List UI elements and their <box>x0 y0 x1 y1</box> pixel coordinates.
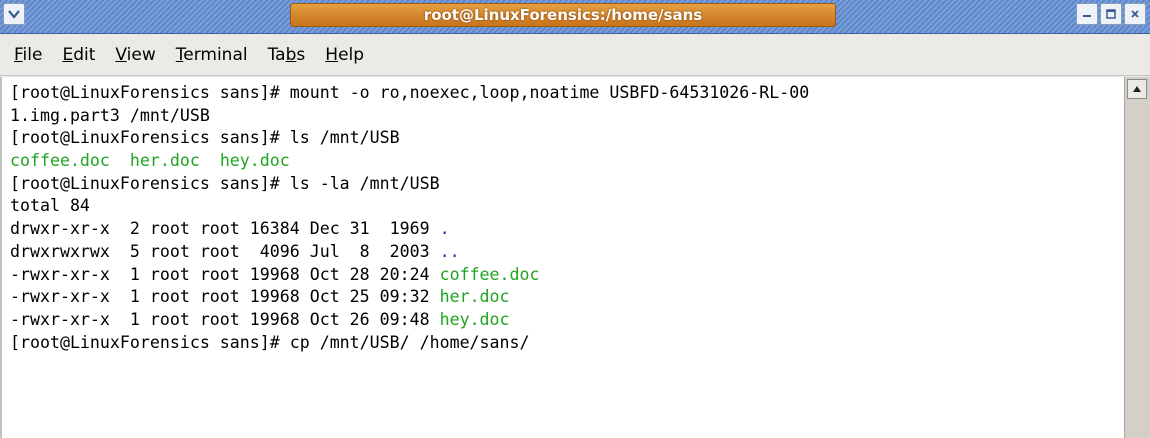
close-button[interactable] <box>1124 3 1146 25</box>
terminal-output[interactable]: [root@LinuxForensics sans]# mount -o ro,… <box>0 77 1124 438</box>
line-text: [root@LinuxForensics sans]# ls /mnt/USB <box>10 128 400 148</box>
line-text: [root@LinuxForensics sans]# cp /mnt/USB/… <box>10 332 530 352</box>
line-text: [root@LinuxForensics sans]# mount -o ro,… <box>10 83 810 102</box>
vertical-scrollbar[interactable] <box>1124 77 1150 438</box>
chevron-down-icon <box>8 10 20 19</box>
scroll-up-button[interactable] <box>1127 79 1147 99</box>
line-text: -rwxr-xr-x 1 root root 19968 Oct 25 09:3… <box>10 287 440 307</box>
terminal-line: drwxr-xr-x 2 root root 16384 Dec 31 1969… <box>10 218 809 241</box>
terminal-line: 1.img.part3 /mnt/USB <box>10 105 809 128</box>
minimize-icon <box>1083 15 1091 17</box>
terminal-line: coffee.doc her.doc hey.doc <box>10 150 809 173</box>
menu-tabs[interactable]: Tabs <box>268 45 306 65</box>
file-name: coffee.doc <box>10 151 110 171</box>
line-text: drwxr-xr-x 2 root root 16384 Dec 31 1969 <box>10 219 440 239</box>
terminal-lines: [root@LinuxForensics sans]# mount -o ro,… <box>10 82 809 354</box>
title-pill: root@LinuxForensics:/home/sans <box>290 3 836 27</box>
menu-help[interactable]: Help <box>325 45 364 65</box>
file-name: her.doc <box>439 287 510 307</box>
file-name: her.doc <box>129 151 200 171</box>
terminal-line: -rwxr-xr-x 1 root root 19968 Oct 28 20:2… <box>10 264 809 287</box>
line-text: -rwxr-xr-x 1 root root 19968 Oct 26 09:4… <box>10 309 440 329</box>
maximize-icon <box>1106 9 1116 19</box>
close-icon <box>1131 10 1139 18</box>
menu-bar: File Edit View Terminal Tabs Help <box>0 34 1150 76</box>
terminal-line: [root@LinuxForensics sans]# cp /mnt/USB/… <box>10 332 809 355</box>
terminal-window: root@LinuxForensics:/home/sans File Edit V… <box>0 0 1150 438</box>
terminal-line: [root@LinuxForensics sans]# ls -la /mnt/… <box>10 173 809 196</box>
dir-name: . <box>439 219 450 239</box>
file-name: coffee.doc <box>439 264 540 284</box>
line-text: [root@LinuxForensics sans]# ls -la /mnt/… <box>10 173 440 193</box>
line-text: -rwxr-xr-x 1 root root 19968 Oct 28 20:2… <box>10 264 440 284</box>
terminal-line: -rwxr-xr-x 1 root root 19968 Oct 25 09:3… <box>10 286 809 309</box>
menu-file[interactable]: File <box>14 45 42 65</box>
line-text: drwxrwxrwx 5 root root 4096 Jul 8 2003 <box>10 241 440 261</box>
terminal-line: [root@LinuxForensics sans]# mount -o ro,… <box>10 82 809 105</box>
file-name: hey.doc <box>219 151 290 171</box>
title-bar[interactable]: root@LinuxForensics:/home/sans <box>0 0 1150 34</box>
line-text: 1.img.part3 /mnt/USB <box>10 105 210 125</box>
window-title: root@LinuxForensics:/home/sans <box>423 6 703 24</box>
terminal-line: drwxrwxrwx 5 root root 4096 Jul 8 2003 .… <box>10 241 809 264</box>
dir-name: .. <box>439 241 460 261</box>
terminal-line: total 84 <box>10 195 809 218</box>
terminal-line: -rwxr-xr-x 1 root root 19968 Oct 26 09:4… <box>10 309 809 332</box>
minimize-button[interactable] <box>1076 3 1098 25</box>
file-name: hey.doc <box>439 309 510 329</box>
arrow-up-icon <box>1133 86 1141 92</box>
menu-terminal[interactable]: Terminal <box>176 45 248 65</box>
terminal-line: [root@LinuxForensics sans]# ls /mnt/USB <box>10 127 809 150</box>
menu-edit[interactable]: Edit <box>62 45 95 65</box>
window-menu-button[interactable] <box>3 3 25 25</box>
line-text: total 84 <box>10 196 90 216</box>
maximize-button[interactable] <box>1100 3 1122 25</box>
menu-view[interactable]: View <box>115 45 155 65</box>
